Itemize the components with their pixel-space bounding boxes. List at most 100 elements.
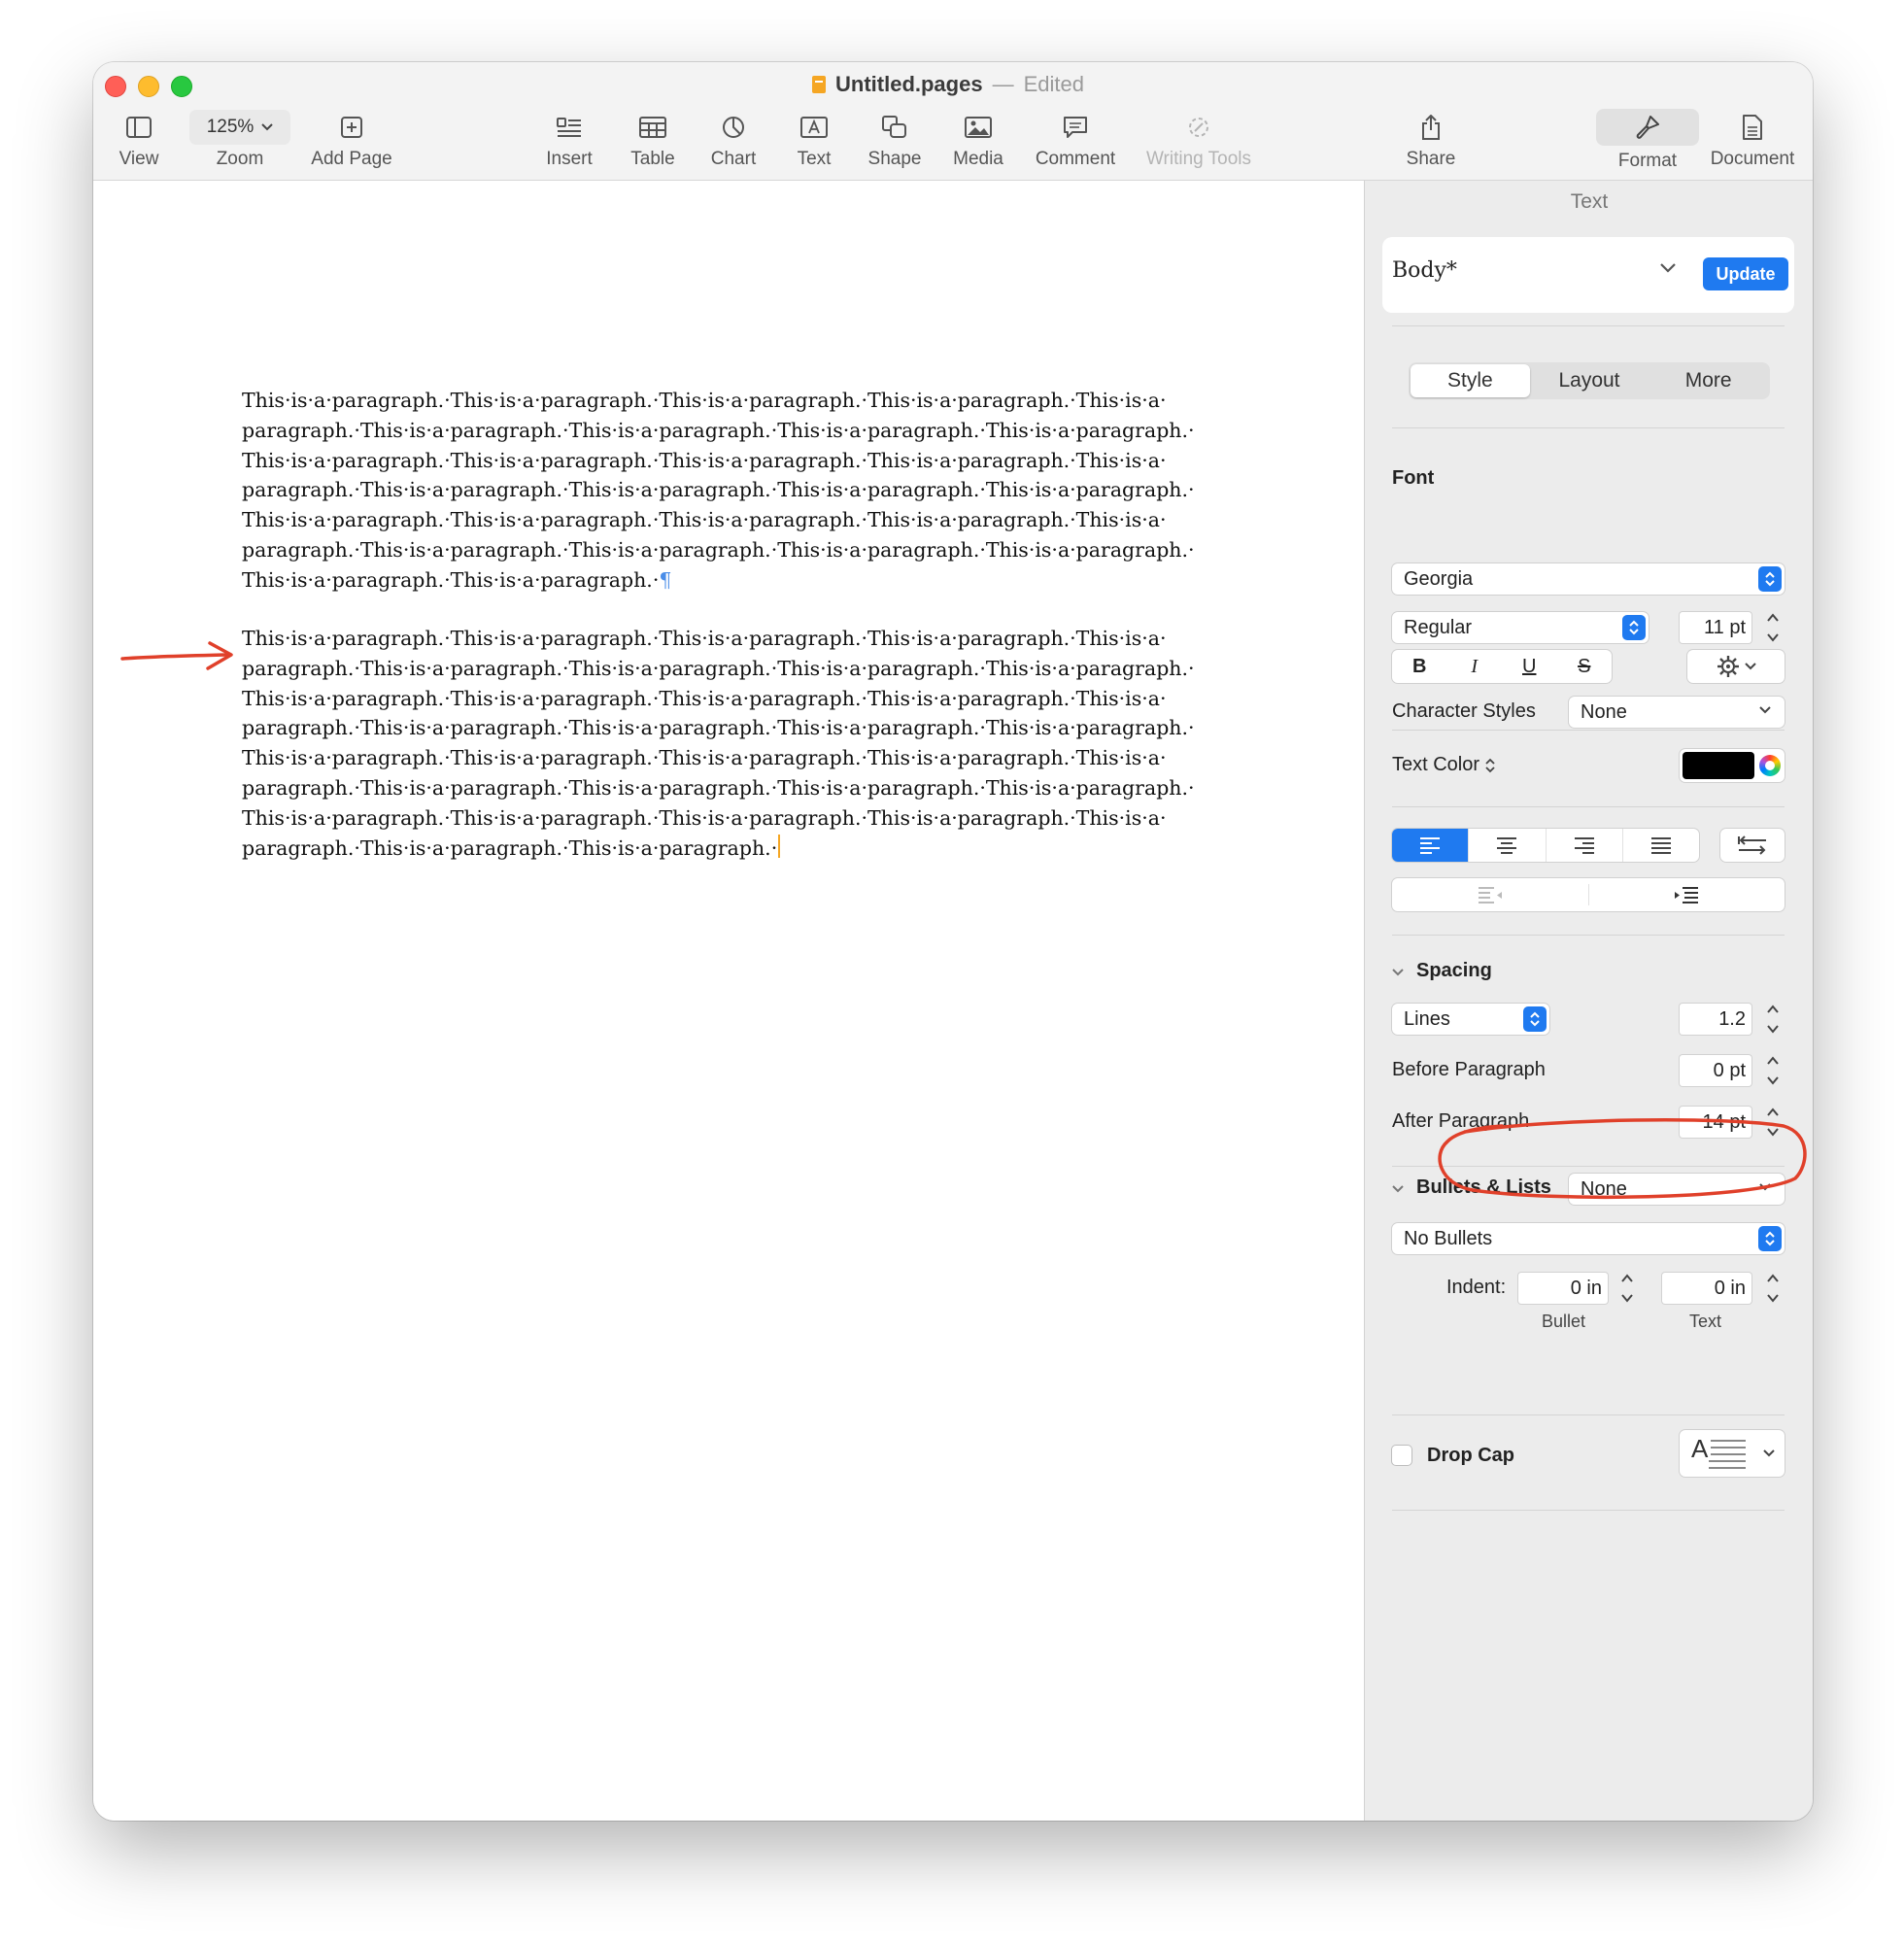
- format-inspector: Text Body* Update Style Layout More Font…: [1364, 181, 1813, 1821]
- italic-button[interactable]: I: [1447, 650, 1503, 683]
- updown-chevron-icon: [1523, 1006, 1547, 1032]
- text-direction-button[interactable]: [1720, 829, 1785, 862]
- inspector-tabs: Style Layout More: [1409, 362, 1770, 399]
- photo-icon: [965, 117, 992, 138]
- pages-file-icon: [812, 76, 826, 93]
- align-right-icon: [1574, 837, 1594, 854]
- drop-cap-preview-glyph: A: [1691, 1434, 1709, 1463]
- text-indent-caption: Text: [1689, 1312, 1722, 1331]
- text-direction-icon: [1738, 835, 1766, 855]
- writing-tools-button[interactable]: Writing Tools: [1140, 111, 1257, 177]
- comment-icon: [1064, 117, 1087, 138]
- line-spacing-stepper[interactable]: [1765, 1002, 1781, 1037]
- tab-layout[interactable]: Layout: [1530, 364, 1649, 397]
- alignment-buttons: [1392, 829, 1699, 862]
- color-wheel-icon[interactable]: [1759, 755, 1781, 776]
- spacing-section-label[interactable]: Spacing: [1416, 960, 1492, 982]
- add-page-icon: [341, 117, 362, 138]
- text-color-swatch[interactable]: [1683, 752, 1754, 779]
- edited-status: Edited: [1023, 72, 1084, 96]
- minimize-window-button[interactable]: [138, 76, 159, 97]
- drop-cap-style-popup[interactable]: A: [1680, 1430, 1785, 1477]
- indent-buttons: [1392, 878, 1785, 911]
- zoom-control[interactable]: 125% Zoom: [182, 109, 298, 177]
- chart-icon: [723, 117, 744, 138]
- bullet-indent-field[interactable]: 0 in: [1518, 1273, 1608, 1304]
- before-paragraph-stepper[interactable]: [1765, 1053, 1781, 1088]
- justify-button[interactable]: [1621, 829, 1699, 862]
- align-center-icon: [1497, 837, 1517, 854]
- align-left-icon: [1420, 837, 1441, 854]
- insert-icon: [557, 118, 581, 137]
- document-button[interactable]: Document: [1694, 111, 1811, 177]
- text-color-label[interactable]: Text Color: [1392, 754, 1495, 776]
- before-paragraph-label: Before Paragraph: [1392, 1059, 1546, 1080]
- format-button[interactable]: Format: [1589, 109, 1706, 177]
- disclosure-chevron-icon[interactable]: [1391, 1184, 1405, 1194]
- document-canvas[interactable]: This·is·a·paragraph.·This·is·a·paragraph…: [93, 181, 1364, 1821]
- advanced-options-button[interactable]: [1687, 650, 1785, 683]
- sidebar-icon: [126, 117, 152, 138]
- bullet-indent-caption: Bullet: [1542, 1312, 1586, 1331]
- maximize-window-button[interactable]: [171, 76, 192, 97]
- zoom-value: 125%: [206, 116, 255, 137]
- share-icon: [1422, 115, 1440, 140]
- share-button[interactable]: Share: [1373, 111, 1489, 177]
- before-paragraph-field[interactable]: 0 pt: [1680, 1055, 1751, 1086]
- align-center-button[interactable]: [1468, 829, 1545, 862]
- chevron-down-icon: [1759, 706, 1771, 714]
- document-name[interactable]: Untitled.pages: [835, 72, 983, 97]
- updown-chevron-icon: [1622, 615, 1646, 640]
- strikethrough-button[interactable]: S: [1557, 650, 1613, 683]
- font-size-stepper[interactable]: [1765, 610, 1781, 645]
- font-family-popup[interactable]: Georgia: [1392, 563, 1785, 595]
- inspector-title: Text: [1570, 190, 1609, 213]
- align-left-button[interactable]: [1392, 829, 1469, 862]
- zoom-popup[interactable]: 125%: [189, 109, 290, 145]
- tab-style[interactable]: Style: [1411, 364, 1530, 397]
- pages-window: Untitled.pages — Edited View 125% Zoom A…: [93, 62, 1813, 1821]
- add-page-button[interactable]: Add Page: [293, 111, 410, 177]
- update-style-button[interactable]: Update: [1703, 257, 1788, 290]
- decrease-indent-button[interactable]: [1392, 878, 1588, 911]
- disclosure-chevron-icon[interactable]: [1391, 968, 1405, 977]
- text-cursor: [778, 834, 781, 858]
- toolbar: Untitled.pages — Edited View 125% Zoom A…: [93, 62, 1813, 181]
- font-style-popup[interactable]: Regular: [1392, 612, 1649, 643]
- red-circle-annotation: [1438, 1118, 1807, 1200]
- drop-cap-checkbox[interactable]: [1392, 1446, 1411, 1465]
- line-spacing-field[interactable]: 1.2: [1680, 1004, 1751, 1035]
- text-indent-stepper[interactable]: [1765, 1271, 1781, 1306]
- chevron-down-icon: [1660, 263, 1676, 273]
- indent-label: Indent:: [1446, 1277, 1507, 1298]
- line-spacing-mode-popup[interactable]: Lines: [1392, 1004, 1549, 1035]
- updown-chevron-icon: [1485, 758, 1495, 772]
- paragraph-style-popup[interactable]: Body* Update: [1382, 237, 1794, 313]
- bullet-type-popup[interactable]: No Bullets: [1392, 1223, 1785, 1254]
- gear-icon: [1717, 656, 1739, 677]
- chevron-down-icon: [261, 122, 274, 130]
- text-color-well[interactable]: [1680, 749, 1785, 782]
- paragraph-1[interactable]: This·is·a·paragraph.·This·is·a·paragraph…: [242, 386, 1195, 596]
- font-size-field[interactable]: 11 pt: [1680, 612, 1751, 643]
- tab-more[interactable]: More: [1649, 364, 1768, 397]
- writing-tools-icon: [1189, 118, 1208, 137]
- increase-indent-button[interactable]: [1589, 878, 1785, 911]
- increase-indent-icon: [1675, 887, 1699, 903]
- character-styles-popup[interactable]: None: [1569, 697, 1785, 728]
- comment-button[interactable]: Comment: [1017, 111, 1134, 177]
- justify-icon: [1650, 837, 1671, 854]
- close-window-button[interactable]: [105, 76, 126, 97]
- text-indent-field[interactable]: 0 in: [1662, 1273, 1751, 1304]
- bullet-indent-stepper[interactable]: [1619, 1271, 1635, 1306]
- text-box-icon: [800, 117, 828, 138]
- underline-button[interactable]: U: [1502, 650, 1557, 683]
- paintbrush-icon: [1636, 116, 1659, 139]
- shape-icon: [882, 116, 906, 138]
- red-arrow-annotation: [120, 641, 233, 670]
- window-title: Untitled.pages — Edited: [812, 70, 1084, 99]
- align-right-button[interactable]: [1545, 829, 1622, 862]
- bold-button[interactable]: B: [1392, 650, 1447, 683]
- updown-chevron-icon: [1758, 1226, 1782, 1251]
- paragraph-2[interactable]: This·is·a·paragraph.·This·is·a·paragraph…: [242, 624, 1195, 863]
